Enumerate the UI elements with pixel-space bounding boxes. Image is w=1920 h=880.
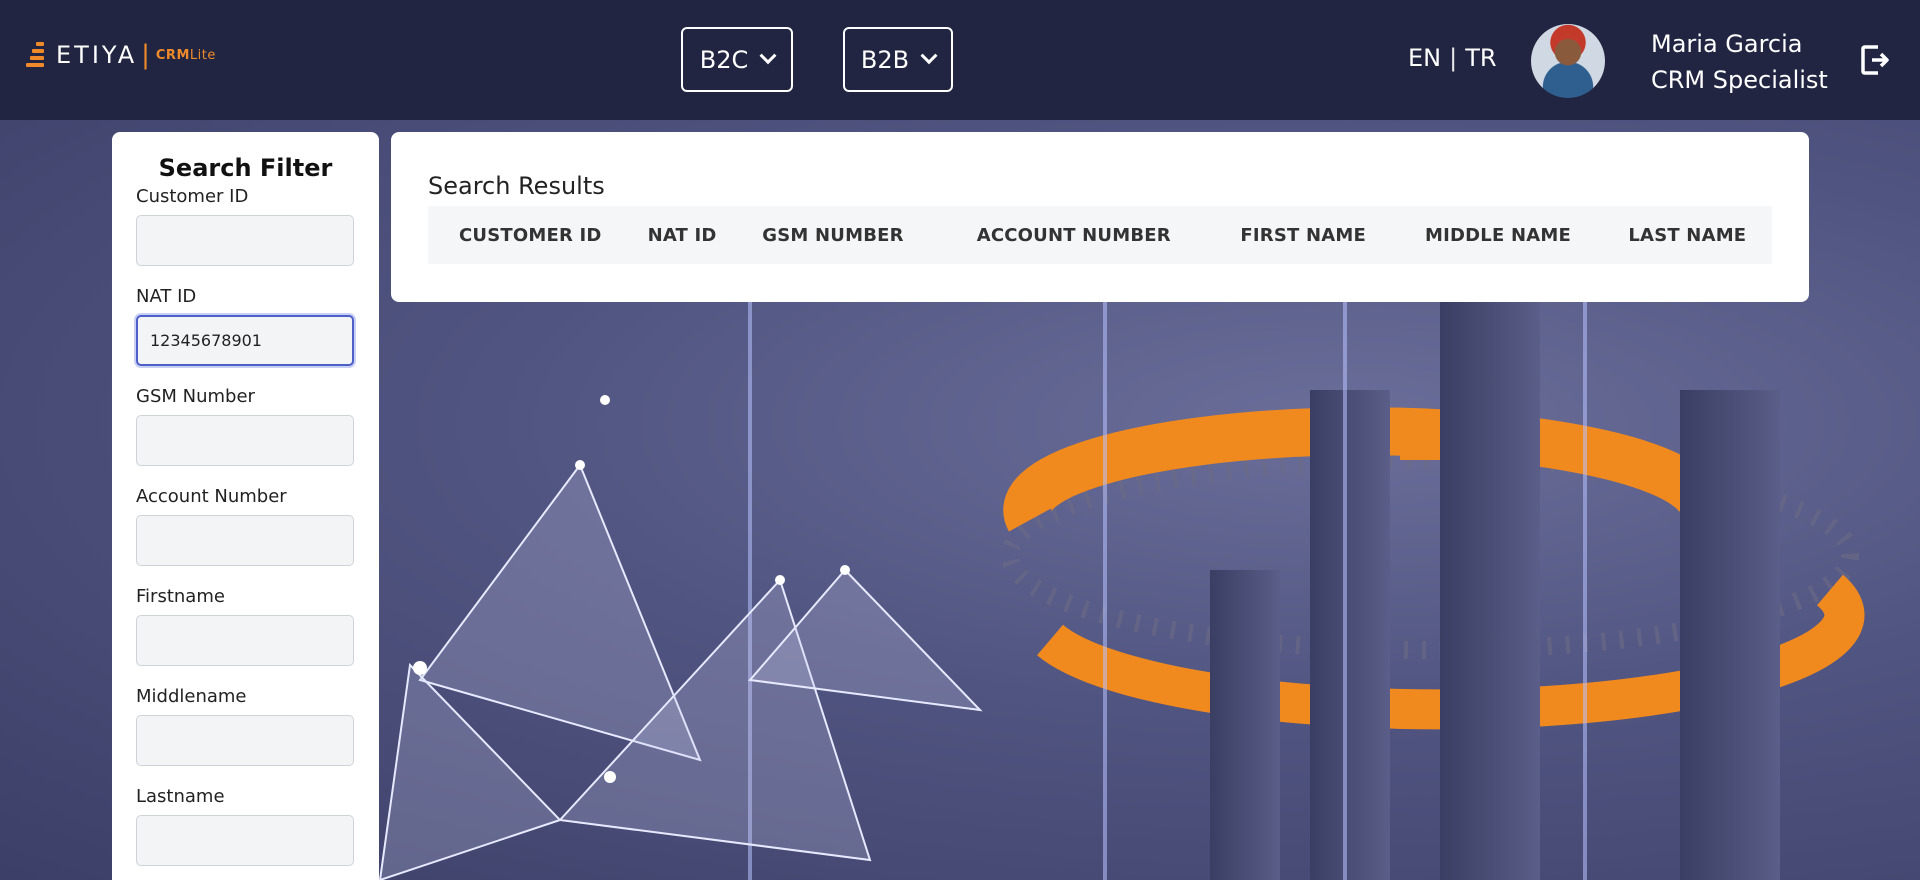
search-filter-title: Search Filter <box>158 154 333 182</box>
logo-separator: | <box>141 40 150 70</box>
user-name: Maria Garcia <box>1651 30 1803 58</box>
account-number-field: Account Number <box>136 486 355 566</box>
firstname-input[interactable] <box>136 615 354 666</box>
column-header-first-name[interactable]: FIRST NAME <box>1213 206 1393 264</box>
account-number-input[interactable] <box>136 515 354 566</box>
column-header-middle-name[interactable]: MIDDLE NAME <box>1393 206 1602 264</box>
language-switcher: EN | TR <box>1408 44 1497 72</box>
logo-mark-icon <box>26 40 48 70</box>
column-header-gsm-number[interactable]: GSM NUMBER <box>732 206 935 264</box>
search-filter-panel: Search Filter Customer ID NAT ID GSM Num… <box>112 132 379 880</box>
account-number-label: Account Number <box>136 486 287 507</box>
user-role: CRM Specialist <box>1651 66 1828 94</box>
lastname-field: Lastname <box>136 786 355 866</box>
lang-tr-link[interactable]: TR <box>1465 44 1496 72</box>
middlename-input[interactable] <box>136 715 354 766</box>
user-info: Maria Garcia CRM Specialist <box>1651 26 1828 98</box>
firstname-field: Firstname <box>136 586 355 666</box>
chevron-down-icon <box>920 46 938 64</box>
b2b-label: B2B <box>860 45 910 74</box>
column-header-account-number[interactable]: ACCOUNT NUMBER <box>934 206 1213 264</box>
lastname-input[interactable] <box>136 815 354 866</box>
lang-en-link[interactable]: EN <box>1408 44 1441 72</box>
user-avatar[interactable] <box>1531 24 1605 98</box>
results-table: CUSTOMER ID NAT ID GSM NUMBER ACCOUNT NU… <box>428 206 1772 264</box>
middlename-field: Middlename <box>136 686 355 766</box>
lastname-label: Lastname <box>136 786 225 807</box>
b2c-label: B2C <box>699 45 749 74</box>
logout-icon[interactable] <box>1860 44 1890 76</box>
chevron-down-icon <box>759 46 777 64</box>
lang-separator: | <box>1449 44 1458 72</box>
nat-id-field: NAT ID <box>136 286 355 366</box>
search-results-panel: Search Results CUSTOMER ID NAT ID GSM NU… <box>391 132 1809 302</box>
search-results-title: Search Results <box>428 172 605 200</box>
column-header-customer-id[interactable]: CUSTOMER ID <box>428 206 633 264</box>
customer-id-label: Customer ID <box>136 186 249 207</box>
customer-id-field: Customer ID <box>136 186 355 266</box>
column-header-nat-id[interactable]: NAT ID <box>633 206 732 264</box>
results-header-row: CUSTOMER ID NAT ID GSM NUMBER ACCOUNT NU… <box>428 206 1772 264</box>
b2b-dropdown-button[interactable]: B2B <box>843 27 953 92</box>
logo-brand: ETIYA <box>56 41 138 69</box>
middlename-label: Middlename <box>136 686 247 707</box>
column-header-last-name[interactable]: LAST NAME <box>1603 206 1772 264</box>
customer-id-input[interactable] <box>136 215 354 266</box>
gsm-number-input[interactable] <box>136 415 354 466</box>
nat-id-input[interactable] <box>136 315 354 366</box>
gsm-number-label: GSM Number <box>136 386 255 407</box>
top-header: ETIYA | CRMLite B2C B2B EN | TR Maria Ga… <box>0 0 1920 120</box>
logo-product: CRMLite <box>155 47 216 63</box>
nat-id-label: NAT ID <box>136 286 197 307</box>
etiya-crmlite-logo[interactable]: ETIYA | CRMLite <box>26 40 216 70</box>
gsm-number-field: GSM Number <box>136 386 355 466</box>
b2c-dropdown-button[interactable]: B2C <box>681 27 793 92</box>
firstname-label: Firstname <box>136 586 225 607</box>
